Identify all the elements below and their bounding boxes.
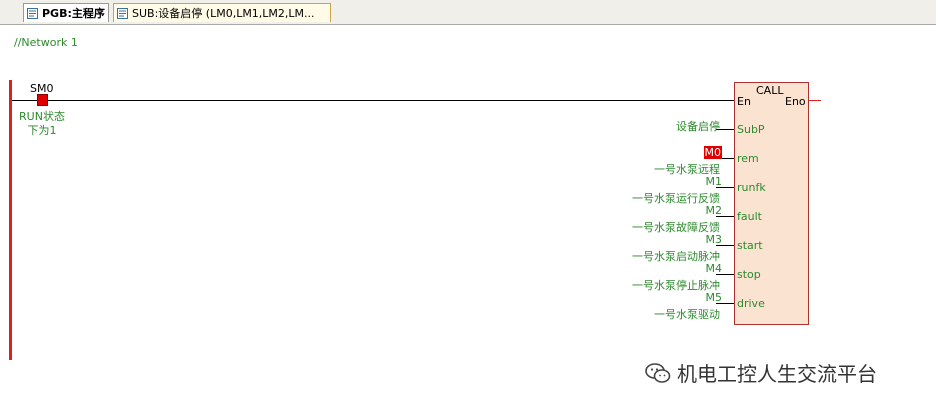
operand-address-fault[interactable]: M2 <box>706 204 723 217</box>
pin-label-subp: SubP <box>737 123 765 136</box>
pin-label-rem: rem <box>737 152 759 165</box>
pin-label-stop: stop <box>737 268 761 281</box>
pin-label-drive: drive <box>737 297 765 310</box>
call-block[interactable] <box>734 82 809 325</box>
operand-address-runfk[interactable]: M1 <box>706 175 723 188</box>
tab-label: SUB:设备启停 (LM0,LM1,LM2,LM... <box>132 7 315 20</box>
power-rail <box>9 80 12 360</box>
eno-wire <box>809 100 821 101</box>
subroutine-icon <box>117 7 128 19</box>
rung-wire <box>12 100 734 101</box>
pin-label-start: start <box>737 239 763 252</box>
watermark: 机电工控人生交流平台 <box>645 358 877 387</box>
contact-comment-line: 下为1 <box>27 124 57 137</box>
tab-main-program[interactable]: PGB:主程序 <box>23 3 109 22</box>
tab-label: PGB:主程序 <box>42 7 105 20</box>
program-icon <box>27 7 38 19</box>
subp-operand[interactable]: 设备启停 <box>676 118 720 134</box>
call-block-title: CALL <box>756 84 784 97</box>
pin-label-fault: fault <box>737 210 762 223</box>
operand-address-stop[interactable]: M4 <box>706 262 723 275</box>
operand-address-start[interactable]: M3 <box>706 233 723 246</box>
tab-subroutine[interactable]: SUB:设备启停 (LM0,LM1,LM2,LM... <box>113 3 331 22</box>
operand-address-rem[interactable]: M0 <box>703 146 722 159</box>
call-en-label: En <box>737 95 751 108</box>
wechat-icon <box>645 362 671 383</box>
editor-tab-bar: PGB:主程序 SUB:设备启停 (LM0,LM1,LM2,LM... <box>0 0 936 25</box>
network-title: //Network 1 <box>14 36 78 49</box>
watermark-text: 机电工控人生交流平台 <box>677 362 877 386</box>
call-eno-label: Eno <box>785 95 806 108</box>
pin-label-runfk: runfk <box>737 181 766 194</box>
operand-comment-drive: 一号水泵驱动 <box>654 308 720 321</box>
contact-sm0[interactable] <box>37 94 48 106</box>
contact-comment-line: RUN状态 <box>19 110 65 123</box>
contact-comment: RUN状态 下为1 <box>13 110 71 138</box>
operand-address-drive[interactable]: M5 <box>706 291 723 304</box>
